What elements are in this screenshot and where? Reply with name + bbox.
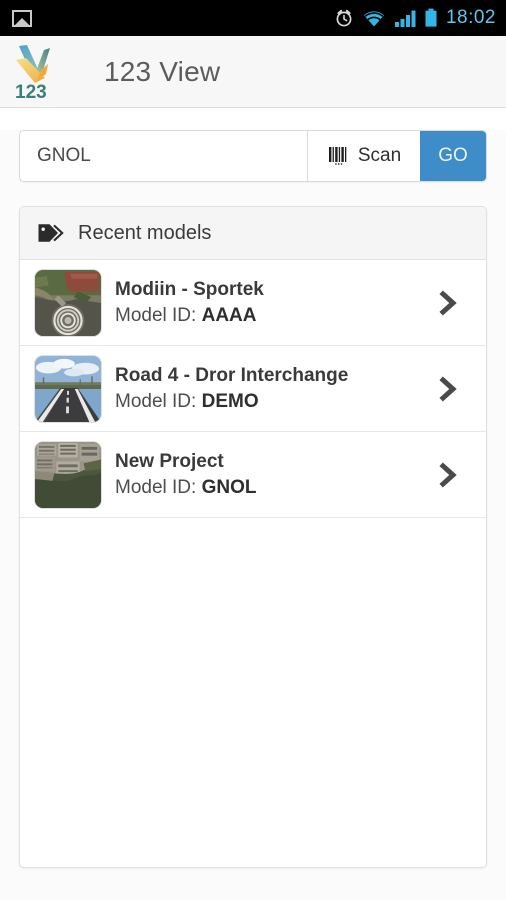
list-item-title: Modiin - Sportek (115, 278, 264, 300)
model-id-value: DEMO (201, 390, 259, 412)
model-id-value: GNOL (201, 476, 257, 498)
thumbnail-highway-road (34, 354, 102, 423)
chevron-right-icon[interactable] (436, 375, 460, 402)
recent-models-header: Recent models (20, 207, 486, 260)
list-item-subtitle: Model ID: DEMO (115, 389, 436, 415)
page-title: 123 View (104, 55, 221, 87)
123-view-logo: 123 (15, 44, 50, 102)
list-item[interactable]: Modiin - Sportek Model ID: AAAA (20, 260, 486, 346)
model-id-label: Model ID: (115, 476, 197, 498)
recent-models-card: Recent models Modiin - Sportek Model ID:… (19, 206, 487, 868)
tags-icon (38, 224, 64, 242)
list-item-title: New Project (115, 450, 224, 472)
app-bar: 123 123 View (0, 36, 506, 108)
scan-button[interactable]: Scan (307, 131, 420, 181)
list-item-text: Road 4 - Dror Interchange Model ID: DEMO (115, 363, 436, 415)
alarm-clock-icon (336, 9, 352, 27)
model-id-label: Model ID: (115, 304, 197, 326)
recent-models-title: Recent models (78, 221, 212, 244)
list-item-title: Road 4 - Dror Interchange (115, 364, 349, 386)
list-item[interactable]: Road 4 - Dror Interchange Model ID: DEMO (20, 346, 486, 432)
wifi-icon (363, 10, 384, 26)
thumbnail-roundabout-aerial (34, 268, 102, 337)
go-button[interactable]: GO (420, 131, 486, 181)
list-item-subtitle: Model ID: GNOL (115, 475, 436, 501)
status-bar-right: 18:02 (334, 7, 496, 29)
barcode-icon (328, 147, 347, 165)
list-item-text: New Project Model ID: GNOL (115, 449, 436, 501)
status-bar-clock: 18:02 (445, 7, 496, 28)
chevron-right-icon[interactable] (436, 461, 460, 488)
list-item[interactable]: New Project Model ID: GNOL (20, 432, 486, 518)
battery-icon (425, 8, 437, 27)
svg-text:123: 123 (15, 82, 47, 102)
status-bar: 18:02 (0, 0, 506, 36)
scan-label: Scan (357, 145, 402, 166)
status-bar-left (12, 9, 32, 27)
page-body: Scan GO Recent models (0, 130, 506, 900)
chevron-right-icon[interactable] (436, 289, 460, 316)
model-id-input[interactable] (20, 131, 307, 181)
list-item-text: Modiin - Sportek Model ID: AAAA (115, 277, 436, 329)
cell-signal-icon (394, 10, 416, 27)
model-id-value: AAAA (201, 304, 257, 326)
go-label: GO (438, 145, 468, 166)
gallery-icon (12, 9, 32, 27)
model-id-label: Model ID: (115, 390, 197, 412)
thumbnail-satellite-map (34, 440, 102, 509)
search-bar: Scan GO (19, 130, 487, 182)
list-item-subtitle: Model ID: AAAA (115, 303, 436, 329)
